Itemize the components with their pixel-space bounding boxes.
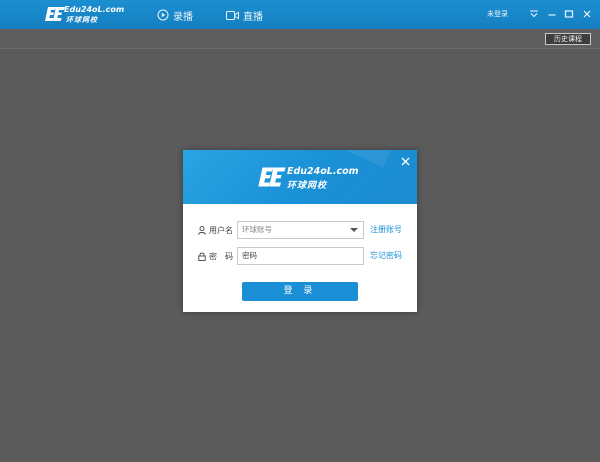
login-status[interactable]: 未登录	[487, 9, 508, 19]
username-row: 用户名 环球账号 注册账号	[198, 221, 402, 239]
history-courses-button[interactable]: 历史课程	[545, 33, 591, 45]
login-dialog: Edu24oL.com 环球网校 用户名 环球账号 注册账号 密 码 密码 忘记…	[183, 150, 417, 312]
user-icon	[198, 225, 206, 235]
forgot-password-link[interactable]: 忘记密码	[370, 250, 402, 261]
nav-recorded-label: 录播	[173, 11, 193, 23]
password-placeholder: 密码	[242, 251, 257, 260]
username-select[interactable]: 环球账号	[237, 221, 364, 239]
password-label-text: 密 码	[209, 251, 233, 261]
app-logo: Edu24oL.com 环球网校	[44, 5, 124, 25]
dropdown-arrow-icon[interactable]	[350, 228, 358, 232]
dialog-logo: Edu24oL.com 环球网校	[257, 162, 359, 192]
maximize-icon[interactable]	[564, 9, 574, 19]
minimize-icon[interactable]	[547, 9, 557, 19]
title-bar: Edu24oL.com 环球网校 录播 直播 未登录	[0, 0, 600, 29]
register-link[interactable]: 注册账号	[370, 224, 402, 235]
logo-mark-icon	[45, 7, 65, 21]
menu-down-icon[interactable]	[529, 9, 539, 19]
nav-live-label: 直播	[243, 11, 263, 23]
password-row: 密 码 密码 忘记密码	[198, 247, 402, 265]
sub-toolbar	[0, 29, 600, 49]
username-label-text: 用户名	[209, 225, 233, 235]
dialog-logo-text-en: Edu24oL.com	[287, 166, 359, 177]
logo-text-cn: 环球网校	[66, 16, 98, 24]
username-label: 用户名	[198, 225, 238, 236]
logo-mark-icon	[258, 167, 286, 187]
nav-live[interactable]: 直播	[226, 7, 263, 23]
username-placeholder: 环球账号	[242, 225, 272, 234]
video-camera-icon	[226, 10, 239, 20]
nav-recorded[interactable]: 录播	[157, 7, 193, 23]
close-icon[interactable]	[401, 157, 410, 166]
logo-text-en: Edu24oL.com	[64, 5, 125, 14]
login-button[interactable]: 登 录	[242, 282, 358, 301]
dialog-logo-text-cn: 环球网校	[287, 181, 328, 191]
password-label: 密 码	[198, 251, 238, 262]
lock-icon	[198, 252, 206, 261]
play-circle-icon	[157, 9, 169, 21]
password-input[interactable]: 密码	[237, 247, 364, 265]
close-icon[interactable]	[582, 9, 592, 19]
dialog-header: Edu24oL.com 环球网校	[183, 150, 417, 204]
